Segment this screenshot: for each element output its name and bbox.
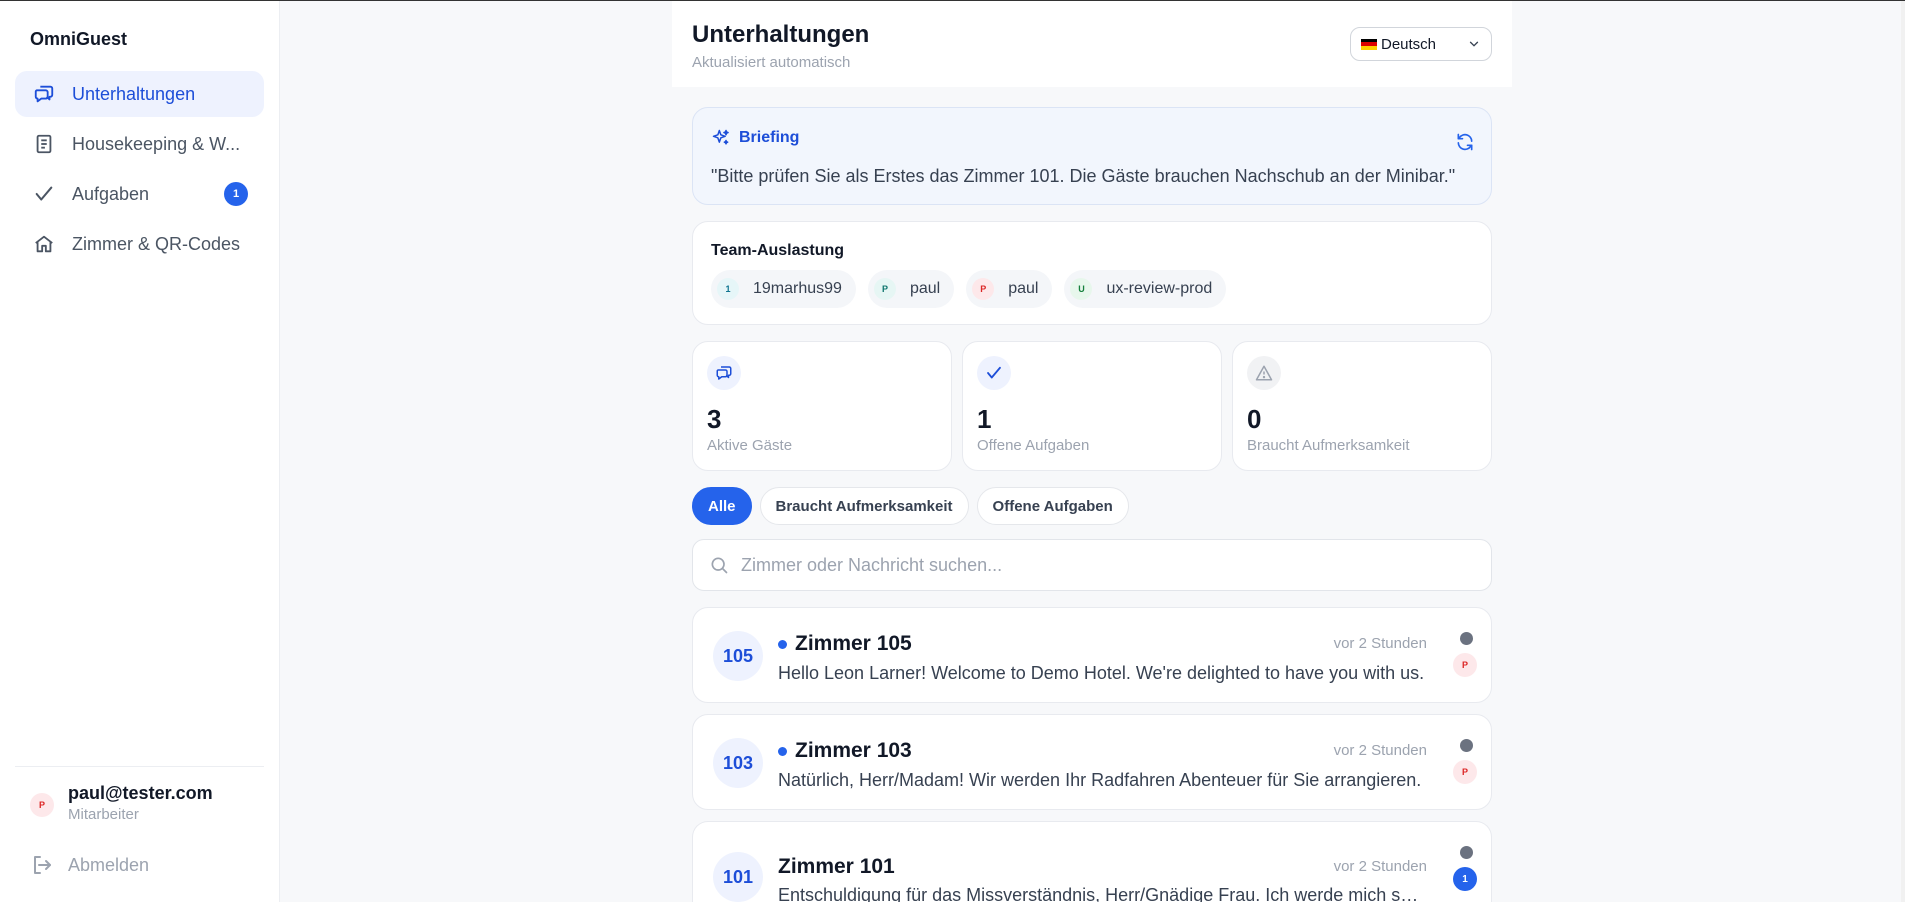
filter-bar: Alle Braucht Aufmerksamkeit Offene Aufga… <box>692 487 1137 525</box>
sidebar-item-label: Unterhaltungen <box>72 83 196 104</box>
member-name: 19marhus99 <box>753 280 842 297</box>
status-dot <box>1460 632 1473 645</box>
briefing-label: Briefing <box>739 129 800 146</box>
sidebar-item-rooms-qr[interactable]: Zimmer & QR-Codes <box>15 221 264 267</box>
tasks-count-badge: 1 <box>224 182 248 206</box>
stat-open-tasks: 1 Offene Aufgaben <box>962 341 1222 471</box>
german-flag-icon <box>1361 38 1377 50</box>
avatar: P <box>972 278 995 300</box>
assignee-avatar: P <box>1453 760 1477 784</box>
sidebar-item-label: Zimmer & QR-Codes <box>72 233 241 254</box>
user-role: Mitarbeiter <box>68 806 139 823</box>
status-dot <box>1460 846 1473 859</box>
user-email: paul@tester.com <box>68 783 213 803</box>
stat-value: 0 <box>1247 404 1262 434</box>
page-title: Unterhaltungen <box>692 21 870 48</box>
member-name: ux-review-prod <box>1106 280 1213 297</box>
page-header: Unterhaltungen Aktualisiert automatisch … <box>672 1 1512 87</box>
conversation-preview: Hello Leon Larner! Welcome to Demo Hotel… <box>778 663 1425 683</box>
member-name: paul <box>909 280 941 297</box>
conversation-preview: Natürlich, Herr/Madam! Wir werden Ihr Ra… <box>778 770 1422 790</box>
search-input[interactable] <box>741 554 1441 576</box>
stat-needs-attention: 0 Braucht Aufmerksamkeit <box>1232 341 1492 471</box>
search-icon <box>711 557 728 574</box>
sidebar-item-label: Aufgaben <box>72 183 150 204</box>
current-user: P paul@tester.com Mitarbeiter <box>30 783 213 823</box>
logout-label: Abmelden <box>68 854 150 875</box>
conversation-item[interactable]: 101 Zimmer 101 vor 2 Stunden Entschuldig… <box>692 821 1492 902</box>
team-member-chip[interactable]: U ux-review-prod <box>1064 270 1227 308</box>
team-member-chip[interactable]: 1 19marhus99 <box>711 270 856 308</box>
filter-all[interactable]: Alle <box>692 487 752 525</box>
conversation-item[interactable]: 103 Zimmer 103 vor 2 Stunden Natürlich, … <box>692 714 1492 810</box>
sidebar-item-label: Housekeeping & W... <box>72 133 241 154</box>
sidebar-item-housekeeping[interactable]: Housekeeping & W... <box>15 121 264 167</box>
conversation-title: Zimmer 105 <box>778 632 912 656</box>
search-box <box>692 539 1492 591</box>
stat-caption: Offene Aufgaben <box>977 437 1090 454</box>
conversation-title: Zimmer 103 <box>778 739 912 763</box>
sidebar-nav: Unterhaltungen Housekeeping & W... Aufga… <box>15 71 264 271</box>
stat-value: 1 <box>977 404 992 434</box>
language-select[interactable]: Deutsch <box>1350 27 1492 61</box>
sidebar-divider <box>15 766 264 767</box>
brand-name: OmniGuest <box>30 29 128 49</box>
chevron-down-icon <box>1469 41 1479 47</box>
warning-icon <box>1247 356 1281 390</box>
conversation-title: Zimmer 101 <box>778 855 895 879</box>
briefing-card: Briefing "Bitte prüfen Sie als Erstes da… <box>692 107 1492 205</box>
list-icon <box>32 132 56 156</box>
room-title: Zimmer 105 <box>795 632 912 655</box>
room-title: Zimmer 103 <box>795 739 912 762</box>
conversation-preview: Entschuldigung für das Missverständnis, … <box>778 885 1428 902</box>
sparkles-icon <box>712 129 729 145</box>
conversation-time: vor 2 Stunden <box>1333 635 1427 652</box>
stat-caption: Braucht Aufmerksamkeit <box>1247 437 1410 454</box>
sidebar: OmniGuest Unterhaltungen Housekeeping & … <box>0 1 280 902</box>
chat-icon <box>32 82 56 106</box>
language-value: Deutsch <box>1381 35 1437 53</box>
team-member-chip[interactable]: P paul <box>867 270 955 308</box>
sidebar-item-conversations[interactable]: Unterhaltungen <box>15 71 264 117</box>
stat-value: 3 <box>707 404 722 434</box>
briefing-header: Briefing <box>711 128 799 148</box>
logout-icon <box>34 856 51 874</box>
avatar: P <box>873 278 896 300</box>
stat-caption: Aktive Gäste <box>707 437 793 454</box>
sidebar-item-tasks[interactable]: Aufgaben 1 <box>15 171 264 217</box>
avatar: U <box>1070 278 1093 300</box>
avatar: 1 <box>717 278 739 300</box>
stat-active-guests: 3 Aktive Gäste <box>692 341 952 471</box>
unread-count-badge: 1 <box>1453 867 1477 891</box>
chat-icon <box>707 356 741 390</box>
room-number: 103 <box>713 738 763 788</box>
avatar: P <box>30 793 54 817</box>
status-dot <box>1460 739 1473 752</box>
check-icon <box>977 356 1011 390</box>
page-subtitle: Aktualisiert automatisch <box>692 54 851 71</box>
filter-open-tasks[interactable]: Offene Aufgaben <box>976 487 1129 525</box>
home-icon <box>32 232 56 256</box>
room-number: 105 <box>713 631 763 681</box>
team-workload-card: Team-Auslastung 1 19marhus99 P paul P pa… <box>692 221 1492 325</box>
conversation-item[interactable]: 105 Zimmer 105 vor 2 Stunden Hello Leon … <box>692 607 1492 703</box>
filter-needs-attention[interactable]: Braucht Aufmerksamkeit <box>759 487 969 525</box>
team-workload-label: Team-Auslastung <box>711 242 845 259</box>
room-number: 101 <box>713 852 763 902</box>
assignee-avatar: P <box>1453 653 1477 677</box>
team-member-chip[interactable]: P paul <box>966 270 1053 308</box>
conversation-time: vor 2 Stunden <box>1333 858 1427 875</box>
check-icon <box>32 182 56 206</box>
refresh-icon[interactable] <box>1455 132 1475 152</box>
logout-button[interactable]: Abmelden <box>30 853 149 877</box>
conversation-time: vor 2 Stunden <box>1333 742 1427 759</box>
member-name: paul <box>1008 280 1039 297</box>
room-title: Zimmer 101 <box>778 855 895 878</box>
unread-dot <box>778 639 787 649</box>
unread-dot <box>778 746 787 756</box>
briefing-text: "Bitte prüfen Sie als Erstes das Zimmer … <box>711 166 1456 186</box>
page-scrollbar[interactable] <box>1901 1 1905 902</box>
team-members: 1 19marhus99 P paul P paul U ux-review-p… <box>711 270 1238 308</box>
